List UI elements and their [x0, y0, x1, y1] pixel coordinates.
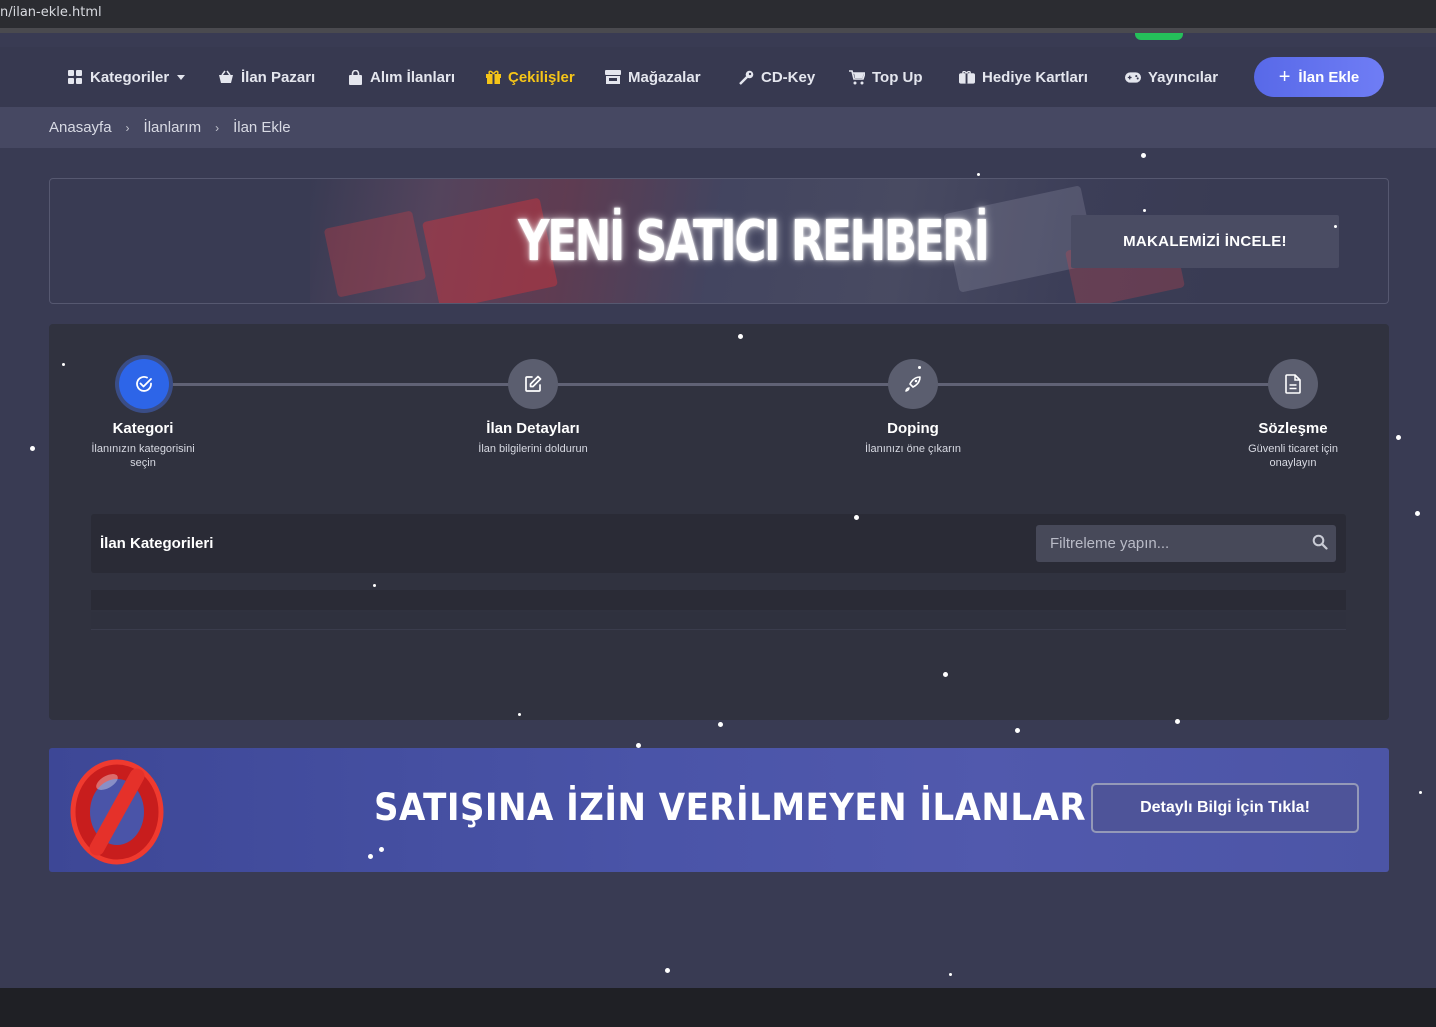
nav-label: Hediye Kartları	[982, 68, 1088, 86]
nav-item-yayincilar[interactable]: Yayıncılar	[1125, 47, 1218, 107]
read-article-button[interactable]: MAKALEMİZİ İNCELE!	[1071, 215, 1339, 268]
edit-icon	[525, 375, 542, 392]
step-circle-doping[interactable]	[888, 359, 938, 409]
basket-icon	[218, 69, 234, 85]
breadcrumb-item-current: İlan Ekle	[233, 119, 291, 136]
nav-item-top-up[interactable]: Top Up	[849, 47, 923, 107]
document-icon	[1285, 374, 1301, 394]
page: Kategoriler İlan Pazarı Alım İlanları Çe…	[0, 33, 1436, 988]
nav-label: Yayıncılar	[1148, 68, 1219, 86]
nav-item-magazalar[interactable]: Mağazalar	[605, 47, 701, 107]
bag-icon	[347, 69, 363, 85]
step-title: Sözleşme	[1258, 420, 1328, 437]
snow-particle	[1175, 719, 1180, 724]
guide-title: YENİ SATICI REHBERİ	[518, 209, 990, 274]
snow-particle	[977, 173, 980, 176]
breadcrumb-item-listings[interactable]: İlanlarım	[144, 119, 202, 136]
prohibited-icon	[70, 759, 164, 865]
snow-particle	[943, 672, 948, 677]
category-list-row[interactable]	[91, 590, 1346, 610]
plus-icon: +	[1278, 66, 1291, 88]
store-icon	[605, 69, 621, 85]
snow-particle	[30, 446, 35, 451]
nav-item-alim-ilanlari[interactable]: Alım İlanları	[347, 47, 455, 107]
nav-label: İlan Pazarı	[241, 68, 316, 86]
snow-particle	[738, 334, 743, 339]
listing-wizard: Kategori İlanınızın kategorisini seçin İ…	[49, 324, 1389, 720]
nav-label: Çekilişler	[508, 68, 575, 86]
category-panel-header: İlan Kategorileri	[91, 514, 1346, 573]
breadcrumb-separator: ›	[215, 120, 220, 135]
step-desc: İlanınızı öne çıkarın	[865, 443, 961, 455]
breadcrumb-separator: ›	[125, 120, 130, 135]
breadcrumb: Anasayfa › İlanlarım › İlan Ekle	[0, 107, 1436, 148]
snow-particle	[1015, 728, 1020, 733]
url-text: n/ilan-ekle.html	[0, 5, 102, 20]
step-title: Doping	[887, 420, 939, 437]
live-badge	[1135, 33, 1183, 40]
nav-item-ilan-pazari[interactable]: İlan Pazarı	[218, 47, 315, 107]
category-filter-input[interactable]	[1036, 525, 1336, 562]
cart-icon	[849, 69, 865, 85]
seller-guide-banner[interactable]: YENİ SATICI REHBERİ MAKALEMİZİ İNCELE!	[49, 178, 1389, 304]
step-desc: Güvenli ticaret için onaylayın	[1248, 443, 1338, 469]
nav-label: CD-Key	[761, 68, 816, 86]
step-circle-ilan-detaylari[interactable]	[508, 359, 558, 409]
gamepad-icon	[1125, 69, 1141, 85]
snow-particle	[368, 854, 373, 859]
nav-item-cekilisler[interactable]: Çekilişler	[485, 47, 575, 107]
snow-particle	[718, 722, 723, 727]
gift-icon	[485, 69, 501, 85]
nav-label: Kategoriler	[90, 68, 170, 86]
browser-url-bar[interactable]: n/ilan-ekle.html	[0, 0, 1436, 28]
step-progress-line	[143, 383, 1293, 386]
nav-item-cd-key[interactable]: CD-Key	[738, 47, 815, 107]
nav-label: Top Up	[872, 68, 923, 86]
add-listing-button[interactable]: + İlan Ekle	[1254, 57, 1384, 97]
category-panel-title: İlan Kategorileri	[100, 535, 214, 552]
step-desc: İlanınızın kategorisini seçin	[91, 443, 195, 469]
key-icon	[738, 69, 754, 85]
grid-icon	[67, 69, 83, 85]
step-circle-sozlesme[interactable]	[1268, 359, 1318, 409]
nav-label: Alım İlanları	[370, 68, 456, 86]
snow-particle	[1141, 153, 1146, 158]
page-bottom-bar	[0, 988, 1436, 1027]
forbidden-listings-banner[interactable]: SATIŞINA İZİN VERİLMEYEN İLANLAR Detaylı…	[49, 748, 1389, 872]
snow-particle	[665, 968, 670, 973]
nav-label: Mağazalar	[628, 68, 701, 86]
search-icon[interactable]	[1312, 534, 1328, 550]
snow-particle	[1415, 511, 1420, 516]
collage-card	[323, 210, 427, 298]
snow-particle	[1334, 225, 1337, 228]
rocket-icon	[905, 376, 921, 392]
snow-particle	[636, 743, 641, 748]
snow-particle	[949, 973, 952, 976]
snow-particle	[854, 515, 859, 520]
details-button[interactable]: Detaylı Bilgi İçin Tıkla!	[1091, 783, 1359, 833]
snow-particle	[1419, 791, 1422, 794]
snow-particle	[918, 366, 921, 369]
breadcrumb-item-home[interactable]: Anasayfa	[49, 119, 112, 136]
chevron-down-icon	[177, 74, 186, 80]
nav-item-hediye-kartlari[interactable]: Hediye Kartları	[959, 47, 1088, 107]
snow-particle	[373, 584, 376, 587]
snow-particle	[1396, 435, 1401, 440]
forbidden-title: SATIŞINA İZİN VERİLMEYEN İLANLAR	[374, 786, 1087, 829]
snow-particle	[518, 713, 521, 716]
nav-item-kategoriler[interactable]: Kategoriler	[67, 47, 186, 107]
step-title: İlan Detayları	[486, 420, 580, 437]
step-desc: İlan bilgilerini doldurun	[478, 443, 588, 455]
snow-particle	[379, 847, 384, 852]
main-navbar: Kategoriler İlan Pazarı Alım İlanları Çe…	[0, 47, 1436, 107]
snow-particle	[62, 363, 65, 366]
giftcard-icon	[959, 69, 975, 85]
step-circle-kategori[interactable]	[119, 359, 169, 409]
add-listing-label: İlan Ekle	[1298, 68, 1360, 86]
step-title: Kategori	[112, 420, 174, 437]
check-circle-icon	[136, 376, 152, 392]
snow-particle	[1143, 209, 1146, 212]
category-list-row[interactable]	[91, 612, 1346, 630]
